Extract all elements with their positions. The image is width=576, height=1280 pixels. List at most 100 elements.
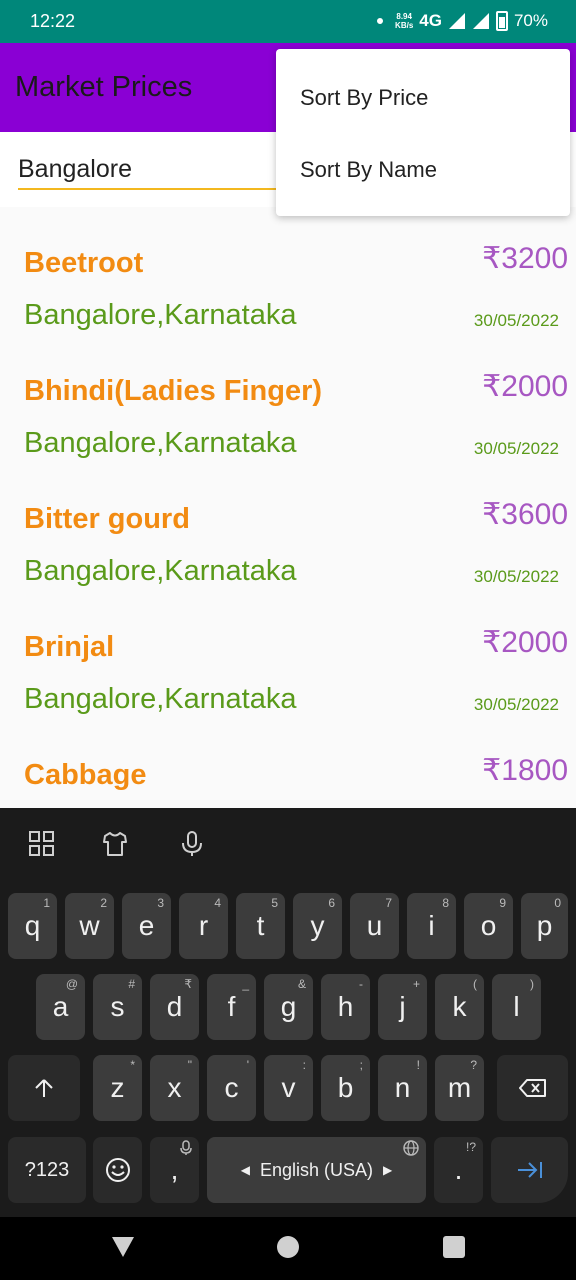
key-hint: : <box>302 1058 306 1072</box>
item-name: Brinjal <box>24 631 115 663</box>
key-label: f <box>227 991 236 1022</box>
key-a[interactable]: @ a <box>36 974 85 1040</box>
key-label: d <box>166 991 183 1022</box>
network-speed-unit: KB/s <box>395 21 414 30</box>
theme-shirt-icon[interactable] <box>101 830 129 858</box>
key-b[interactable]: ; b <box>321 1055 370 1121</box>
shift-key[interactable] <box>8 1055 80 1121</box>
emoji-key[interactable] <box>93 1137 142 1203</box>
symbols-key[interactable]: ?123 <box>8 1137 86 1203</box>
backspace-key[interactable] <box>497 1055 568 1121</box>
key-q[interactable]: 1q <box>8 893 57 959</box>
home-icon[interactable] <box>277 1236 299 1258</box>
soft-keyboard: 1q 2w 3e 4r 5t 6y 7u 8i 9o 0p @ a # s ₹ d _… <box>0 808 576 1217</box>
key-s[interactable]: # s <box>93 974 142 1040</box>
emoji-icon <box>105 1158 130 1182</box>
key-label: z <box>110 1072 125 1103</box>
key-f[interactable]: _ f <box>207 974 256 1040</box>
key-y[interactable]: 6y <box>293 893 342 959</box>
key-label: c <box>224 1072 239 1103</box>
key-u[interactable]: 7u <box>350 893 399 959</box>
apps-grid-icon[interactable] <box>28 830 56 858</box>
language-left-arrow-icon: ◀ <box>240 1163 250 1177</box>
key-hint: 8 <box>442 896 449 910</box>
spacebar[interactable]: ◀ English (USA) ▶ <box>207 1137 426 1203</box>
key-o[interactable]: 9o <box>464 893 513 959</box>
back-icon[interactable] <box>112 1237 134 1257</box>
key-g[interactable]: & g <box>264 974 313 1040</box>
item-price: ₹3200 <box>482 242 568 275</box>
price-list[interactable]: Beetroot ₹3200 Bangalore,Karnataka 30/05… <box>0 207 576 808</box>
key-w[interactable]: 2w <box>65 893 114 959</box>
status-bar: 12:22 8.94 KB/s 4G 70% <box>0 0 576 43</box>
key-x[interactable]: " x <box>150 1055 199 1121</box>
list-item[interactable]: Bhindi(Ladies Finger) ₹2000 Bangalore,Ka… <box>0 335 576 463</box>
microphone-icon[interactable] <box>178 830 206 858</box>
list-item[interactable]: Brinjal ₹2000 Bangalore,Karnataka 30/05/… <box>0 591 576 719</box>
list-item[interactable]: Cabbage ₹1800 <box>0 719 576 808</box>
key-k[interactable]: (k <box>435 974 484 1040</box>
item-name: Bitter gourd <box>24 503 190 535</box>
item-price: ₹2000 <box>482 370 568 403</box>
key-label: h <box>337 991 354 1022</box>
key-r[interactable]: 4r <box>179 893 228 959</box>
voice-input-hint-icon <box>180 1140 192 1155</box>
item-price: ₹2000 <box>482 626 568 659</box>
signal-icon <box>448 13 465 29</box>
key-n[interactable]: ! n <box>378 1055 427 1121</box>
key-c[interactable]: ' c <box>207 1055 256 1121</box>
signal-icon <box>472 13 489 29</box>
key-hint: ' <box>246 1058 249 1072</box>
recents-icon[interactable] <box>443 1236 465 1258</box>
key-t[interactable]: 5t <box>236 893 285 959</box>
backspace-icon <box>518 1079 546 1097</box>
key-label: w <box>79 910 100 941</box>
key-hint: ! <box>416 1058 420 1072</box>
key-p[interactable]: 0p <box>521 893 568 959</box>
key-label: s <box>110 991 125 1022</box>
key-hint: " <box>187 1058 192 1072</box>
key-hint: ? <box>470 1058 477 1072</box>
key-label: m <box>447 1072 472 1103</box>
next-key[interactable] <box>491 1137 568 1203</box>
key-hint: & <box>297 977 306 991</box>
key-d[interactable]: ₹ d <box>150 974 199 1040</box>
key-label: r <box>198 910 209 941</box>
key-l[interactable]: ) l <box>492 974 541 1040</box>
item-date: 30/05/2022 <box>473 439 559 458</box>
key-i[interactable]: 8i <box>407 893 456 959</box>
key-v[interactable]: :v <box>264 1055 313 1121</box>
battery-level: 70% <box>513 11 548 30</box>
network-type: 4G <box>419 11 442 30</box>
globe-icon <box>403 1140 419 1156</box>
battery-icon <box>495 11 508 31</box>
key-label: e <box>138 910 155 941</box>
key-label: j <box>399 991 406 1022</box>
menu-item-sort-by-price[interactable]: Sort By Price <box>300 85 428 111</box>
comma-key[interactable]: , <box>150 1137 199 1203</box>
key-label: l <box>513 991 520 1022</box>
key-j[interactable]: + j <box>378 974 427 1040</box>
period-key[interactable]: !? . <box>434 1137 483 1203</box>
search-input[interactable] <box>18 150 288 190</box>
key-hint: ; <box>359 1058 363 1072</box>
key-label: q <box>24 910 41 941</box>
key-label: u <box>366 910 383 941</box>
key-m[interactable]: ? m <box>435 1055 484 1121</box>
key-hint: 6 <box>328 896 335 910</box>
key-e[interactable]: 3e <box>122 893 171 959</box>
list-item[interactable]: Beetroot ₹3200 Bangalore,Karnataka 30/05… <box>0 207 576 335</box>
menu-item-sort-by-name[interactable]: Sort By Name <box>300 157 437 183</box>
notification-dot-icon <box>377 18 384 24</box>
key-hint: @ <box>65 977 78 991</box>
key-h[interactable]: -h <box>321 974 370 1040</box>
item-date: 30/05/2022 <box>473 695 559 714</box>
list-item[interactable]: Bitter gourd ₹3600 Bangalore,Karnataka 3… <box>0 463 576 591</box>
page-title: Market Prices <box>15 71 193 103</box>
key-hint: # <box>128 977 135 991</box>
key-label: o <box>480 910 497 941</box>
shift-arrow-icon <box>35 1079 53 1097</box>
key-label: a <box>52 991 69 1022</box>
key-z[interactable]: * z <box>93 1055 142 1121</box>
key-hint: 3 <box>157 896 164 910</box>
